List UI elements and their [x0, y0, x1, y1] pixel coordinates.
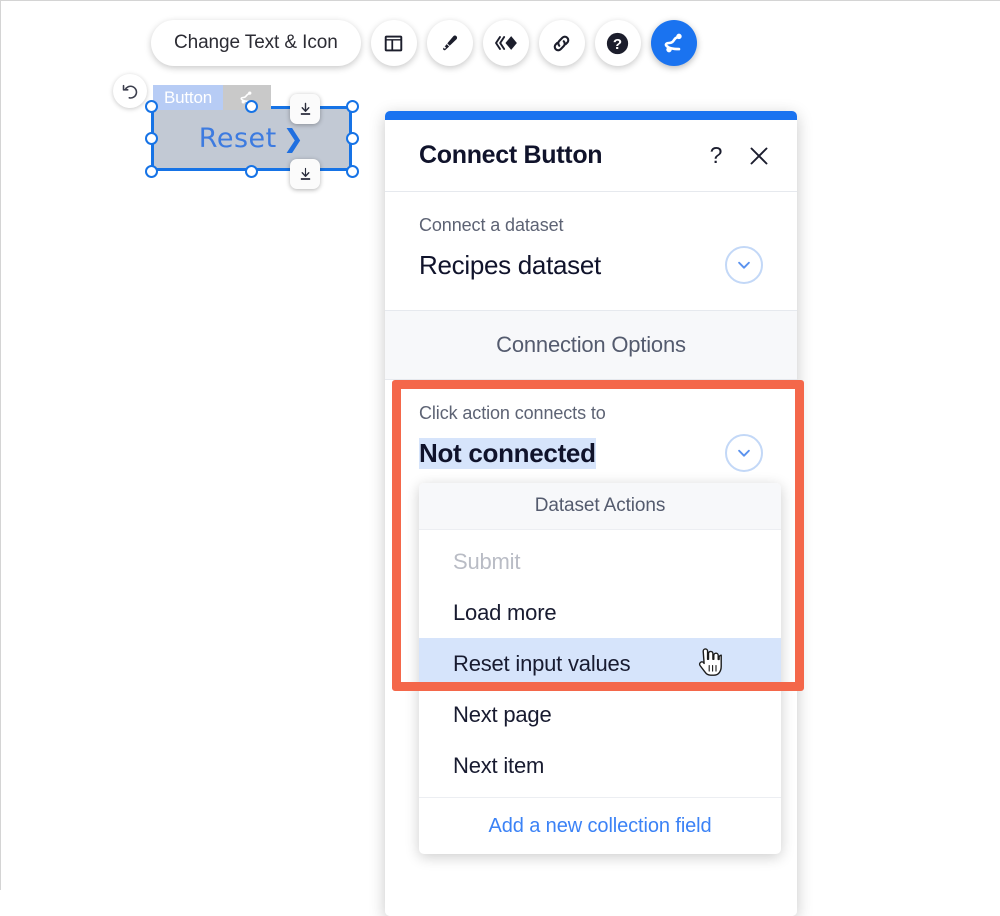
dropdown-item-reset-input-values[interactable]: Reset input values: [419, 638, 781, 689]
connect-button-dialog: Connect Button ? Connect a dataset Recip…: [385, 111, 797, 916]
dialog-title: Connect Button: [419, 141, 603, 169]
widget-tag-label: Button: [153, 85, 223, 110]
chevron-right-icon: ❯: [282, 124, 305, 153]
dropdown-item-label: Load more: [453, 599, 557, 625]
animation-button[interactable]: [482, 20, 529, 66]
resize-handle-w[interactable]: [145, 132, 158, 145]
download-badge-bottom[interactable]: [290, 159, 320, 189]
undo-icon: [122, 84, 137, 99]
connect-button[interactable]: [650, 20, 697, 66]
connect-dataset-label: Connect a dataset: [419, 215, 564, 235]
design-pen-button[interactable]: [426, 20, 473, 66]
dropdown-item-label: Next page: [453, 701, 552, 727]
dialog-header: Connect Button ?: [385, 120, 797, 192]
download-icon: [300, 102, 310, 115]
connect-dataset-section: Connect a dataset Recipes dataset: [385, 192, 797, 310]
change-text-and-icon-button[interactable]: Change Text & Icon: [151, 20, 361, 66]
click-action-dropdown-menu: Dataset Actions Submit Load more Reset i…: [419, 483, 781, 854]
animation-icon: [494, 36, 517, 50]
pen-icon: [443, 34, 458, 50]
download-badge-top[interactable]: [290, 94, 320, 124]
question-mark-icon: ?: [710, 143, 723, 168]
dropdown-item-submit: Submit: [419, 536, 781, 587]
help-button[interactable]: ?: [594, 20, 641, 66]
dropdown-item-label: Next item: [453, 752, 545, 778]
click-action-label: Click action connects to: [419, 403, 606, 423]
resize-handle-nw[interactable]: [145, 100, 158, 113]
layout-button[interactable]: [370, 20, 417, 66]
layout-icon: [384, 35, 403, 51]
dropdown-item-list: Submit Load more Reset input values Next…: [419, 530, 781, 797]
download-icon: [300, 167, 310, 180]
floating-toolbar: Change Text & Icon ?: [151, 20, 697, 66]
click-action-value[interactable]: Not connected: [419, 437, 596, 469]
chevron-down-icon: [738, 261, 750, 269]
dropdown-item-load-more[interactable]: Load more: [419, 587, 781, 638]
resize-handle-sw[interactable]: [145, 165, 158, 178]
change-text-and-icon-label: Change Text & Icon: [174, 32, 338, 53]
dropdown-group-header: Dataset Actions: [419, 483, 781, 530]
reset-button-label: Reset: [198, 123, 277, 154]
svg-text:?: ?: [710, 143, 723, 168]
hand-cursor-icon: [698, 648, 722, 676]
reset-button-shape[interactable]: Reset ❯: [151, 106, 352, 171]
dialog-accent-bar: [385, 111, 797, 120]
resize-handle-n[interactable]: [245, 100, 258, 113]
close-icon: [750, 147, 768, 164]
resize-handle-s[interactable]: [245, 165, 258, 178]
link-icon: [553, 35, 570, 51]
mouse-cursor-pointer-icon: [695, 648, 723, 684]
dialog-help-button[interactable]: ?: [705, 143, 727, 169]
chevron-down-icon: [738, 449, 750, 457]
click-action-section: Click action connects to Not connected D…: [385, 380, 797, 854]
resize-handle-e[interactable]: [346, 132, 359, 145]
svg-text:?: ?: [613, 35, 622, 52]
connect-dataset-value[interactable]: Recipes dataset: [419, 250, 601, 281]
reset-button-label-group: Reset ❯: [199, 123, 304, 154]
dropdown-item-label: Reset input values: [453, 650, 631, 676]
resize-handle-se[interactable]: [346, 165, 359, 178]
dropdown-item-next-page[interactable]: Next page: [419, 689, 781, 740]
undo-button[interactable]: [113, 74, 147, 108]
dropdown-item-next-item[interactable]: Next item: [419, 740, 781, 791]
resize-handle-ne[interactable]: [346, 100, 359, 113]
help-icon: ?: [607, 32, 629, 54]
connect-dataset-dropdown-toggle[interactable]: [725, 246, 763, 284]
add-new-collection-field-link[interactable]: Add a new collection field: [419, 797, 781, 854]
connect-icon: [664, 33, 682, 53]
connection-options-header: Connection Options: [385, 310, 797, 380]
dialog-close-button[interactable]: [747, 144, 771, 168]
click-action-dropdown-toggle[interactable]: [725, 434, 763, 472]
dropdown-item-label: Submit: [453, 548, 521, 574]
link-button[interactable]: [538, 20, 585, 66]
